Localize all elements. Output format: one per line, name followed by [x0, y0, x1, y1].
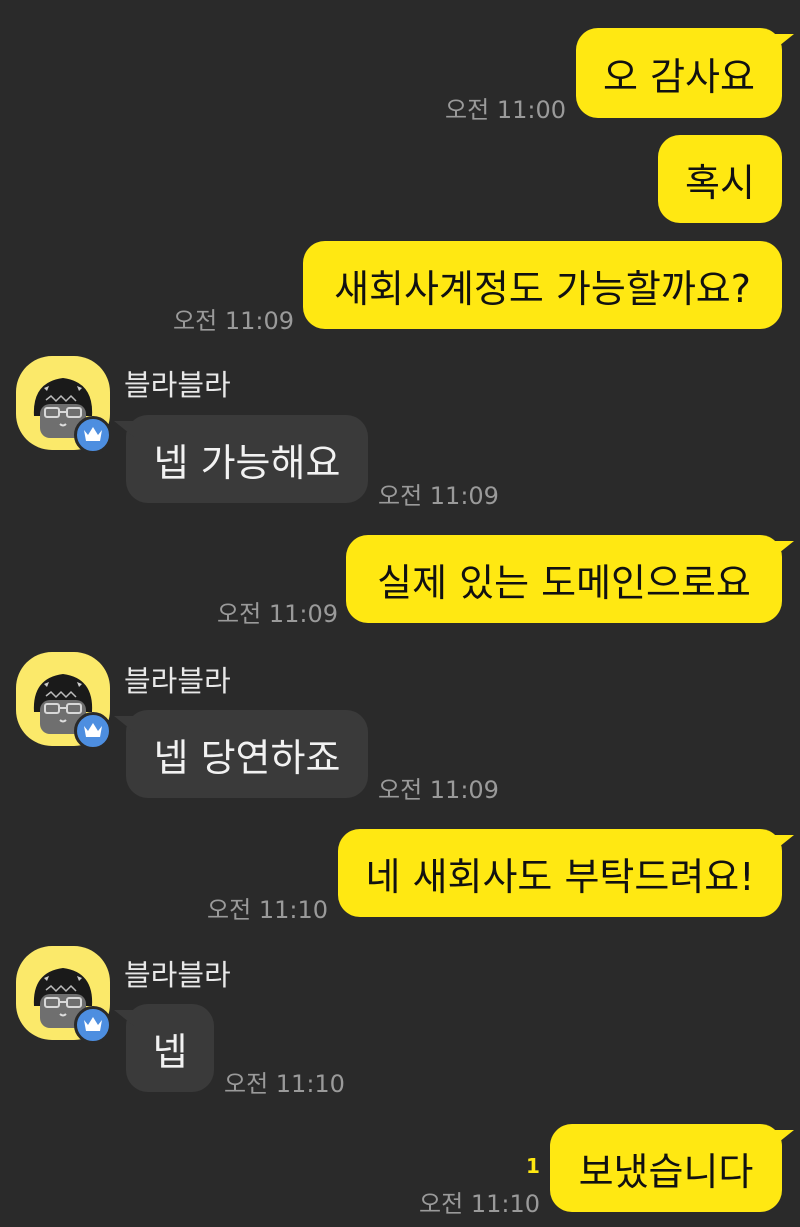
message-text: 넵: [152, 1029, 188, 1074]
message-bubble-received[interactable]: 넵 가능해요: [114, 415, 368, 503]
message-text: 오 감사요: [603, 54, 755, 99]
message-text: 새회사계정도 가능할까요?: [334, 266, 751, 311]
bubble-tail: [114, 421, 134, 437]
crown-icon: [84, 427, 102, 441]
message-timestamp: 오전 11:10: [207, 896, 328, 924]
bubble-tail: [114, 716, 134, 732]
message-timestamp: 오전 11:09: [173, 307, 294, 335]
message-text: 실제 있는 도메인으로요: [377, 560, 751, 605]
message-text: 넵 당연하죠: [153, 735, 341, 780]
sender-name: 블라블라: [124, 664, 231, 698]
message-timestamp: 오전 11:09: [378, 482, 499, 510]
message-bubble-received[interactable]: 넵 당연하죠: [114, 710, 368, 798]
crown-badge: [74, 1006, 112, 1044]
sender-name: 블라블라: [124, 368, 231, 402]
message-text: 혹시: [685, 160, 755, 205]
bubble-tail: [114, 1010, 134, 1026]
message-bubble-received[interactable]: 넵: [114, 1004, 214, 1092]
message-timestamp: 오전 11:10: [419, 1190, 540, 1218]
message-timestamp: 오전 11:09: [378, 776, 499, 804]
unread-count-badge: 1: [526, 1154, 540, 1178]
message-bubble-sent[interactable]: 새회사계정도 가능할까요?: [303, 241, 782, 329]
bubble-tail: [774, 541, 794, 557]
message-text: 넵 가능해요: [153, 440, 341, 485]
message-text: 보냈습니다: [578, 1149, 754, 1194]
message-timestamp: 오전 11:00: [445, 96, 566, 124]
sender-name: 블라블라: [124, 958, 231, 992]
crown-icon: [84, 723, 102, 737]
crown-badge: [74, 712, 112, 750]
message-timestamp: 오전 11:10: [224, 1070, 345, 1098]
bubble-tail: [774, 1130, 794, 1146]
crown-icon: [84, 1017, 102, 1031]
message-bubble-sent[interactable]: 실제 있는 도메인으로요: [346, 535, 794, 623]
message-bubble-sent[interactable]: 보냈습니다: [550, 1124, 794, 1212]
message-bubble-sent[interactable]: 혹시: [658, 135, 782, 223]
message-bubble-sent[interactable]: 네 새회사도 부탁드려요!: [338, 829, 794, 917]
crown-badge: [74, 416, 112, 454]
message-text: 네 새회사도 부탁드려요!: [365, 854, 755, 899]
bubble-tail: [774, 835, 794, 851]
bubble-tail: [774, 34, 794, 50]
message-bubble-sent[interactable]: 오 감사요: [576, 28, 794, 118]
message-timestamp: 오전 11:09: [217, 600, 338, 628]
